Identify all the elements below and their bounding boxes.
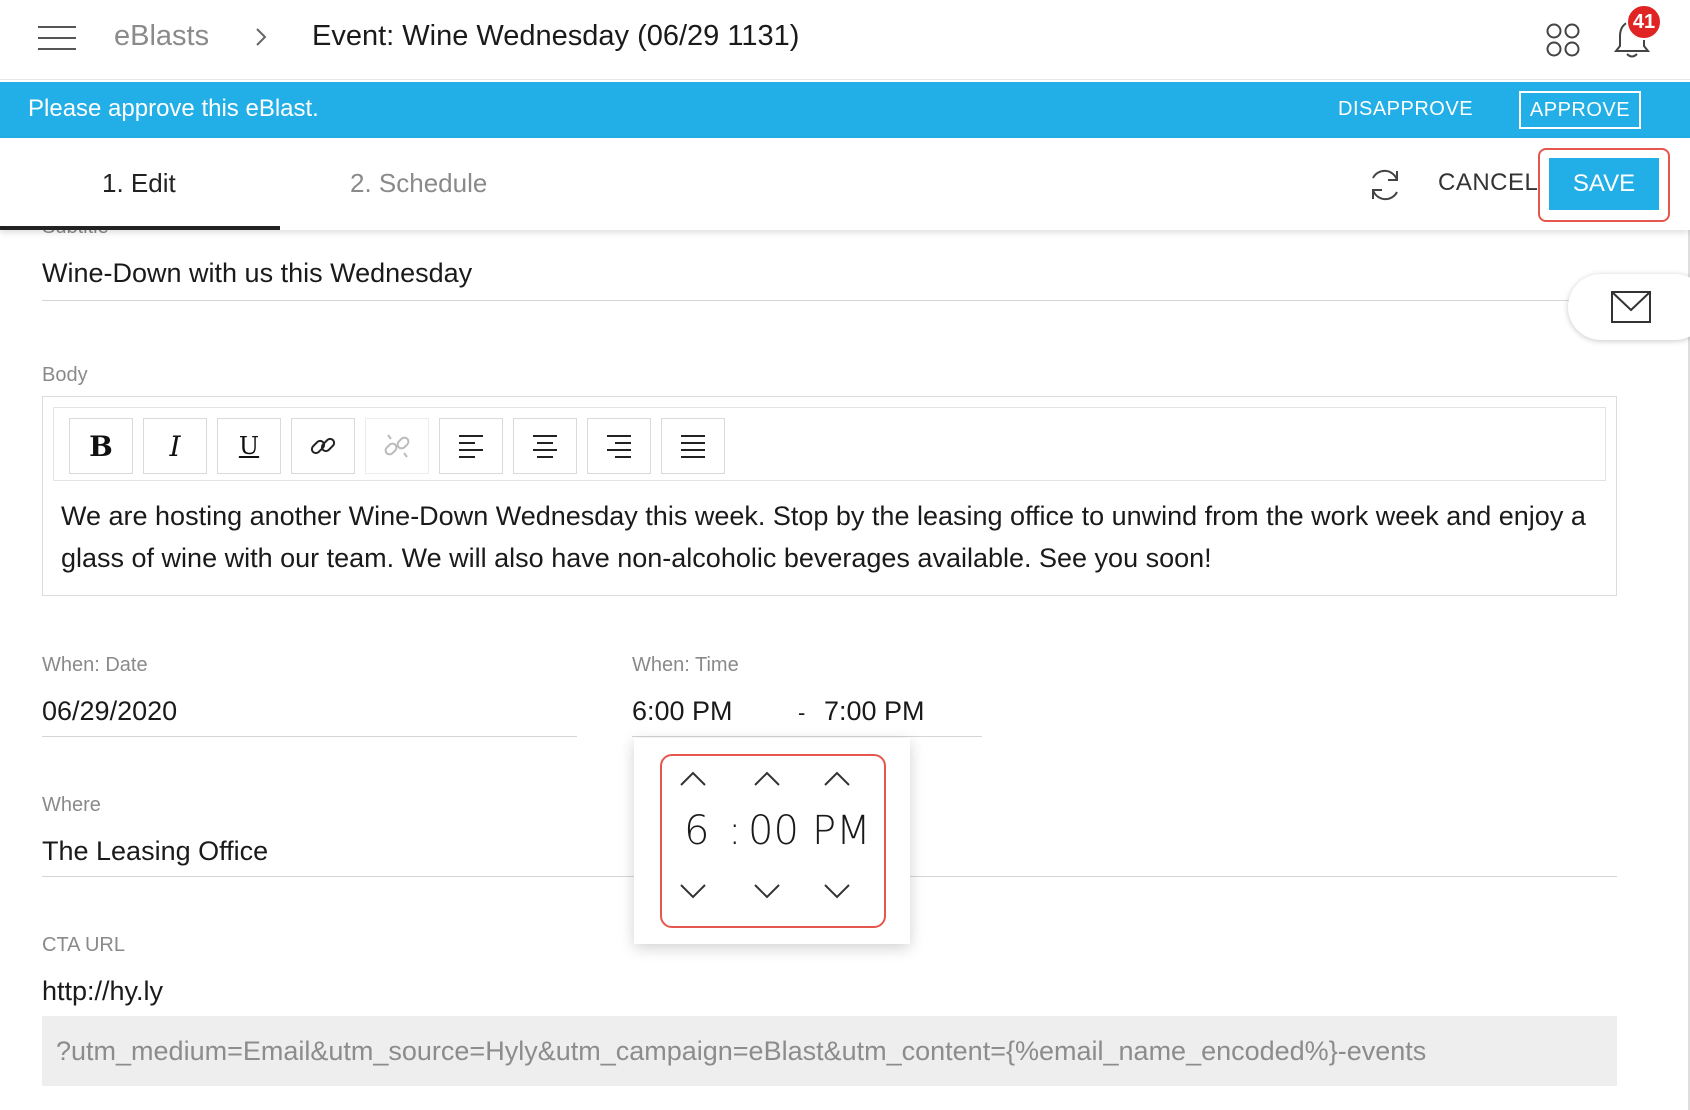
breadcrumb-root[interactable]: eBlasts	[114, 20, 209, 53]
picker-separator: :	[728, 808, 742, 854]
align-justify-button[interactable]	[661, 418, 725, 474]
hamburger-menu-icon[interactable]	[38, 26, 76, 52]
where-input[interactable]: The Leasing Office	[42, 836, 268, 867]
link-button[interactable]	[291, 418, 355, 474]
when-date-underline	[42, 736, 577, 737]
align-right-icon	[607, 435, 631, 458]
hour-up-chevron-icon[interactable]	[678, 770, 708, 788]
disapprove-button[interactable]: DISAPPROVE	[1338, 98, 1473, 121]
save-button[interactable]: SAVE	[1549, 158, 1659, 210]
picker-meridiem[interactable]: PM	[812, 808, 871, 854]
italic-icon: I	[169, 429, 181, 463]
cancel-button[interactable]: CANCEL	[1438, 169, 1538, 197]
active-tab-indicator	[0, 226, 280, 230]
edit-form: Subtitle Wine-Down with us this Wednesda…	[0, 216, 1690, 1110]
unlink-button[interactable]	[365, 418, 429, 474]
approve-button[interactable]: APPROVE	[1519, 91, 1641, 129]
notification-badge: 41	[1626, 4, 1662, 40]
where-label: Where	[42, 794, 101, 816]
underline-icon: U	[238, 432, 260, 460]
cta-url-label: CTA URL	[42, 934, 125, 956]
when-time-label: When: Time	[632, 654, 739, 676]
time-picker-popup: 6 : 00 PM	[634, 738, 910, 944]
when-date-label: When: Date	[42, 654, 148, 676]
underline-button[interactable]: U	[217, 418, 281, 474]
refresh-icon[interactable]	[1366, 166, 1404, 204]
align-center-button[interactable]	[513, 418, 577, 474]
tab-schedule[interactable]: 2. Schedule	[350, 168, 487, 199]
align-left-icon	[459, 435, 483, 458]
body-label: Body	[42, 364, 88, 386]
subtitle-underline	[42, 300, 1617, 301]
body-textarea[interactable]: We are hosting another Wine-Down Wednesd…	[61, 495, 1601, 579]
align-left-button[interactable]	[439, 418, 503, 474]
hour-down-chevron-icon[interactable]	[678, 882, 708, 900]
tabs-bar: 1. Edit 2. Schedule CANCEL SAVE	[0, 138, 1690, 230]
time-range-separator: -	[798, 700, 806, 725]
rich-text-editor: B I U We are hosting another Wine-Down W…	[42, 396, 1617, 596]
tab-edit[interactable]: 1. Edit	[102, 168, 176, 199]
cta-url-tracking-suffix: ?utm_medium=Email&utm_source=Hyly&utm_ca…	[42, 1016, 1617, 1086]
apps-grid-icon[interactable]	[1545, 22, 1581, 58]
bold-icon: B	[89, 429, 113, 463]
italic-button[interactable]: I	[143, 418, 207, 474]
meridiem-up-chevron-icon[interactable]	[822, 770, 852, 788]
picker-minute[interactable]: 00	[748, 808, 799, 854]
align-justify-icon	[681, 435, 705, 458]
minute-up-chevron-icon[interactable]	[752, 770, 782, 788]
link-icon	[310, 437, 336, 455]
cta-url-input[interactable]: http://hy.ly	[42, 976, 163, 1007]
end-time-input[interactable]: 7:00 PM	[824, 696, 925, 727]
align-right-button[interactable]	[587, 418, 651, 474]
when-date-input[interactable]: 06/29/2020	[42, 696, 177, 727]
top-header: eBlasts Event: Wine Wednesday (06/29 113…	[0, 0, 1690, 80]
cta-url-suffix-text: ?utm_medium=Email&utm_source=Hyly&utm_ca…	[56, 1036, 1427, 1066]
start-time-input[interactable]: 6:00 PM	[632, 696, 733, 727]
envelope-icon	[1611, 291, 1651, 323]
subtitle-input[interactable]: Wine-Down with us this Wednesday	[42, 258, 472, 289]
banner-message: Please approve this eBlast.	[28, 95, 319, 122]
approval-banner: Please approve this eBlast. DISAPPROVE A…	[0, 82, 1690, 138]
minute-down-chevron-icon[interactable]	[752, 882, 782, 900]
email-preview-button[interactable]	[1568, 274, 1690, 340]
chevron-right-icon	[256, 28, 267, 46]
editor-toolbar: B I U	[53, 407, 1606, 481]
when-time-underline	[632, 736, 982, 737]
align-center-icon	[533, 435, 557, 458]
bold-button[interactable]: B	[69, 418, 133, 474]
picker-hour[interactable]: 6	[684, 808, 709, 854]
page-title: Event: Wine Wednesday (06/29 1131)	[312, 20, 800, 52]
unlink-icon	[384, 434, 410, 458]
meridiem-down-chevron-icon[interactable]	[822, 882, 852, 900]
